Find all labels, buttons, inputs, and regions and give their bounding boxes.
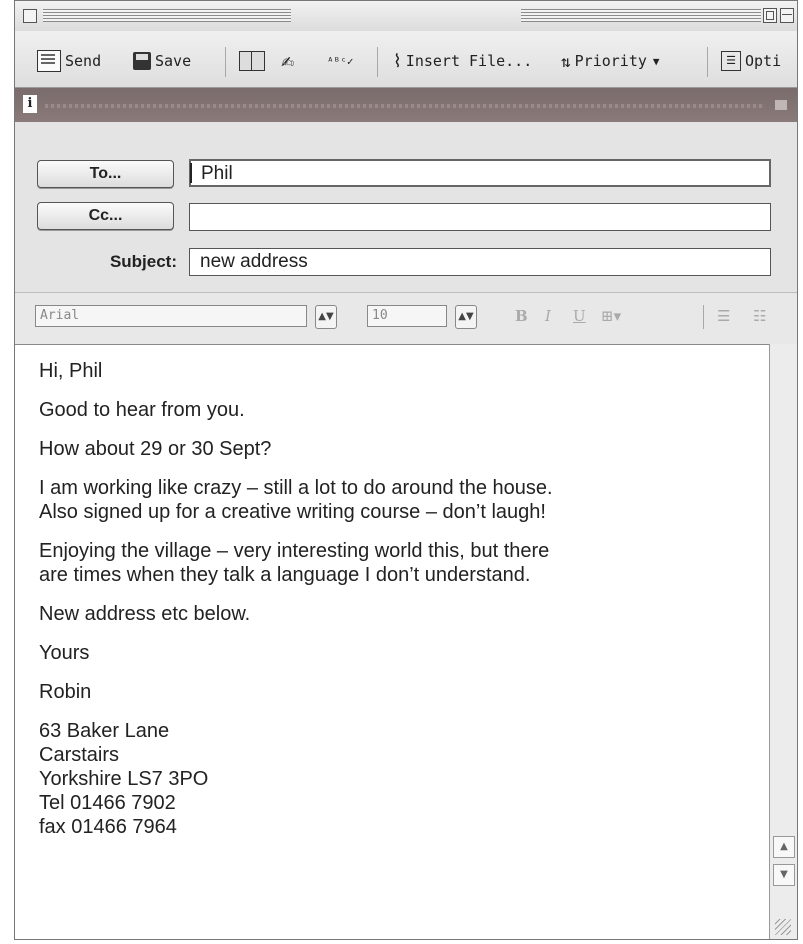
toolbar-separator (377, 47, 378, 77)
closing: Yours (39, 642, 90, 664)
close-box[interactable] (23, 9, 37, 23)
telephone-line: Tel 01466 7902 (39, 792, 176, 814)
send-button[interactable]: Send (37, 49, 101, 73)
fax-line: fax 01466 7964 (39, 816, 177, 838)
check-names-button[interactable]: ✍ (281, 48, 295, 74)
title-stripes-right (521, 9, 761, 22)
send-icon (37, 50, 61, 72)
title-stripes-left (43, 9, 291, 22)
toolbar: Send Save ✍ ᴬᴮᶜ✓ ⌇ Insert File... ⇅ Prio… (15, 31, 797, 88)
resize-grip-icon[interactable] (775, 919, 791, 935)
paragraph-4: Enjoying the village – very interesting … (39, 539, 553, 587)
insert-file-button[interactable]: ⌇ Insert File... (393, 49, 532, 73)
toolbar-separator (707, 47, 708, 77)
italic-button[interactable]: I (545, 307, 551, 325)
address-line-1: 63 Baker Lane (39, 720, 170, 742)
check-names-icon: ✍ (281, 48, 295, 74)
paragraph-2: How about 29 or 30 Sept? (39, 438, 272, 460)
options-button[interactable]: ☰ Opti (721, 49, 781, 73)
paragraph-4-line-1: Enjoying the village – very interesting … (39, 540, 550, 562)
collapse-box[interactable] (780, 8, 794, 23)
send-label: Send (65, 52, 102, 70)
underline-button[interactable]: U (573, 307, 586, 325)
paragraph-3-line-1: I am working like crazy – still a lot to… (39, 477, 553, 499)
signature: Robin (39, 681, 92, 703)
formatting-toolbar: Arial ▲▼ 10 ▲▼ B I U ⊞▾ ☰ ☷ (15, 292, 797, 346)
toolbar-separator (225, 47, 226, 77)
paragraph-3: I am working like crazy – still a lot to… (39, 476, 553, 524)
address-block: 63 Baker Lane Carstairs Yorkshire LS7 3P… (39, 719, 553, 839)
info-bar: i (15, 88, 797, 122)
format-separator (703, 305, 704, 329)
cc-field[interactable] (189, 203, 771, 231)
indent-icon[interactable]: ☷ (753, 307, 766, 325)
paragraph-1: Good to hear from you. (39, 399, 245, 421)
zoom-box[interactable] (763, 8, 777, 23)
subject-field[interactable]: new address (189, 248, 771, 276)
title-bar[interactable] (15, 1, 797, 32)
font-stepper[interactable]: ▲▼ (315, 305, 337, 329)
paragraph-5: New address etc below. (39, 603, 251, 625)
table-icon[interactable]: ⊞▾ (601, 307, 621, 325)
message-body[interactable]: Hi, Phil Good to hear from you. How abou… (15, 344, 769, 939)
to-button[interactable]: To... (37, 160, 174, 188)
size-stepper[interactable]: ▲▼ (455, 305, 477, 329)
message-text[interactable]: Hi, Phil Good to hear from you. How abou… (39, 359, 553, 854)
address-line-3: Yorkshire LS7 3PO (39, 768, 209, 790)
priority-arrows-icon: ⇅ (561, 51, 571, 71)
chevron-down-icon: ▼ (652, 54, 660, 68)
address-line-2: Carstairs (39, 744, 120, 766)
vertical-scrollbar[interactable]: ▲ ▼ (769, 344, 797, 939)
floppy-disk-icon (133, 52, 151, 70)
cc-button[interactable]: Cc... (37, 202, 174, 230)
numbered-list-icon[interactable]: ☰ (717, 307, 730, 325)
spell-check-icon: ᴬᴮᶜ✓ (327, 54, 354, 68)
paragraph-4-line-2: are times when they talk a language I do… (39, 564, 531, 586)
options-list-icon: ☰ (721, 51, 741, 71)
to-field[interactable]: Phil (189, 159, 771, 187)
priority-label: Priority (574, 52, 647, 70)
font-size-select[interactable]: 10 (367, 305, 447, 327)
message-header: To... Phil Cc... Subject: new address (15, 122, 797, 292)
paragraph-3-line-2: Also signed up for a creative writing co… (39, 501, 546, 523)
subject-label: Subject: (109, 252, 177, 271)
info-icon: i (23, 95, 37, 113)
priority-button[interactable]: ⇅ Priority ▼ (561, 49, 660, 73)
compose-window: Send Save ✍ ᴬᴮᶜ✓ ⌇ Insert File... ⇅ Prio… (14, 0, 798, 940)
scroll-up-arrow-icon[interactable]: ▲ (773, 836, 795, 858)
close-info-icon[interactable] (775, 100, 787, 110)
info-bar-pattern (45, 104, 765, 108)
insert-file-label: Insert File... (405, 52, 533, 70)
options-label: Opti (745, 52, 782, 70)
save-label: Save (155, 52, 192, 70)
spelling-button[interactable]: ᴬᴮᶜ✓ (327, 49, 354, 73)
save-button[interactable]: Save (133, 49, 191, 73)
address-book-button[interactable] (239, 49, 269, 73)
address-book-icon (239, 51, 265, 71)
paperclip-icon: ⌇ (393, 50, 402, 72)
font-name-select[interactable]: Arial (35, 305, 307, 327)
greeting: Hi, Phil (39, 360, 103, 382)
scroll-down-arrow-icon[interactable]: ▼ (773, 864, 795, 886)
bold-button[interactable]: B (515, 307, 528, 325)
